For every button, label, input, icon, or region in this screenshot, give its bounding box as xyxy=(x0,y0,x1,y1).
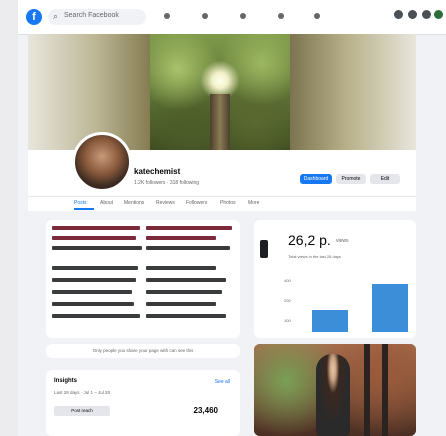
facebook-logo-icon[interactable]: f xyxy=(26,9,42,25)
post-reach-label[interactable]: Post reach xyxy=(54,406,110,416)
text-line xyxy=(52,278,136,282)
search-icon: ⌕ xyxy=(53,11,59,21)
cover-fill-right xyxy=(290,34,416,150)
search-input[interactable]: ⌕ Search Facebook xyxy=(48,9,146,25)
top-navigation-bar: f ⌕ Search Facebook xyxy=(18,0,446,35)
views-value: 26,2 p. xyxy=(288,232,331,248)
tab-photos[interactable]: Photos xyxy=(220,200,236,206)
text-line xyxy=(52,246,142,250)
featured-photo[interactable] xyxy=(254,344,416,436)
text-line xyxy=(52,290,132,294)
text-line xyxy=(52,226,140,230)
text-line xyxy=(52,266,138,270)
chart-bar xyxy=(372,284,408,332)
account-avatar[interactable] xyxy=(434,10,443,19)
text-line xyxy=(146,246,230,250)
text-line xyxy=(146,290,222,294)
text-line xyxy=(52,314,140,318)
railing-post xyxy=(382,344,388,436)
tab-reviews[interactable]: Reviews xyxy=(156,200,175,206)
y-tick-label: 400 xyxy=(284,278,291,283)
tab-followers[interactable]: Followers xyxy=(186,200,207,206)
views-subtitle: Total views in the last 28 days xyxy=(288,254,341,259)
text-line xyxy=(146,266,216,270)
dashboard-button[interactable]: Dashboard xyxy=(300,174,332,184)
video-icon[interactable] xyxy=(202,13,208,19)
tree-trunk xyxy=(210,94,230,150)
cover-photo[interactable] xyxy=(28,34,416,150)
text-line xyxy=(146,236,216,240)
profile-avatar[interactable] xyxy=(72,132,132,192)
active-tab-indicator xyxy=(74,208,94,210)
visibility-notice: Only people you share your page with can… xyxy=(46,344,240,358)
text-line xyxy=(52,302,134,306)
groups-icon[interactable] xyxy=(278,13,284,19)
home-icon[interactable] xyxy=(164,13,170,19)
text-line xyxy=(52,236,136,240)
stats-icon xyxy=(260,240,268,258)
insights-date-range: Last 28 days · Jul 1 – Jul 28 xyxy=(54,390,111,395)
y-tick-label: 100 xyxy=(284,318,291,323)
y-tick-label: 200 xyxy=(284,298,291,303)
text-line xyxy=(146,226,232,230)
tree-photo xyxy=(150,34,290,150)
insights-title: Insights xyxy=(54,378,78,384)
intro-text-card xyxy=(46,220,240,338)
tab-about[interactable]: About xyxy=(100,200,113,206)
profile-name: katechemist xyxy=(134,167,181,176)
views-stats-card: 26,2 p. views Total views in the last 28… xyxy=(254,220,416,338)
tab-posts[interactable]: Posts xyxy=(74,200,87,206)
person-figure xyxy=(316,354,350,436)
tab-more[interactable]: More xyxy=(248,200,259,206)
chart-bar xyxy=(312,310,348,332)
menu-icon[interactable] xyxy=(394,10,403,19)
see-all-link[interactable]: See all xyxy=(215,379,230,385)
gaming-icon[interactable] xyxy=(314,13,320,19)
text-line xyxy=(146,278,226,282)
marketplace-icon[interactable] xyxy=(240,13,246,19)
tab-mentions[interactable]: Mentions xyxy=(124,200,144,206)
post-reach-value: 23,460 xyxy=(193,406,218,415)
search-placeholder: Search Facebook xyxy=(64,12,119,19)
railing-post xyxy=(364,344,370,436)
text-line xyxy=(146,314,226,318)
messenger-icon[interactable] xyxy=(408,10,417,19)
views-unit: views xyxy=(336,238,349,244)
notifications-icon[interactable] xyxy=(422,10,431,19)
edit-button[interactable]: Edit xyxy=(370,174,400,184)
promote-button[interactable]: Promote xyxy=(336,174,366,184)
profile-followers: 1.2K followers · 318 following xyxy=(134,180,200,186)
insights-card: Insights See all Last 28 days · Jul 1 – … xyxy=(46,370,240,436)
text-line xyxy=(146,302,216,306)
cover-fill-left xyxy=(28,34,150,150)
